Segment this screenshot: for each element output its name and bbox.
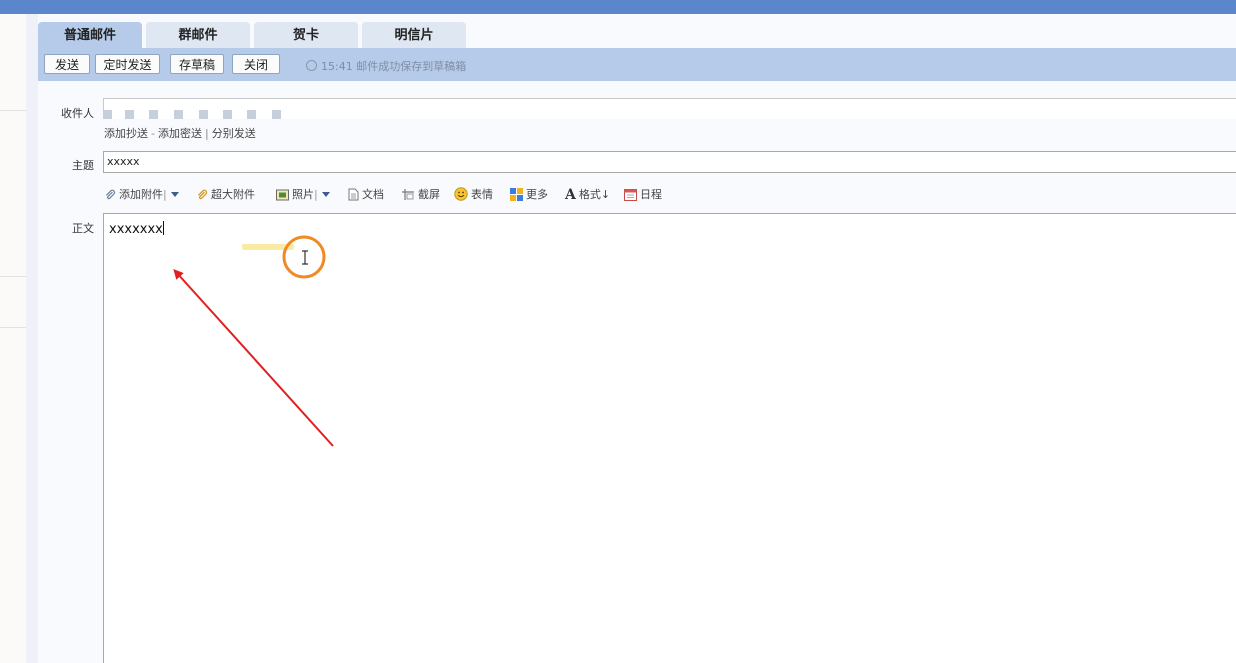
tab-postcard[interactable]: 明信片 — [362, 22, 466, 48]
screenshot-button[interactable]: 截屏 — [401, 186, 440, 204]
body-editor[interactable]: xxxxxxx — [103, 213, 1236, 663]
folder-divider — [0, 327, 26, 328]
schedule-label: 日程 — [640, 188, 662, 201]
pane-gutter — [26, 14, 38, 663]
save-status-text: 15:41 邮件成功保存到草稿箱 — [321, 60, 467, 73]
text-caret — [162, 221, 164, 235]
paperclip-icon — [105, 189, 116, 200]
close-button[interactable]: 关闭 — [232, 54, 280, 74]
recipient-chip[interactable] — [125, 110, 134, 119]
recipient-chip[interactable] — [149, 110, 158, 119]
add-attachment-label: 添加附件 — [119, 188, 163, 201]
recipient-chip[interactable] — [272, 110, 281, 119]
body-text: xxxxxxx — [109, 222, 163, 237]
recipient-chip[interactable] — [247, 110, 256, 119]
emoji-label: 表情 — [471, 188, 493, 201]
tool-divider: | — [314, 188, 318, 201]
send-button[interactable]: 发送 — [44, 54, 90, 74]
large-attachment-label: 超大附件 — [211, 188, 255, 201]
more-label: 更多 — [526, 188, 548, 201]
body-label: 正文 — [72, 222, 94, 235]
document-icon — [348, 188, 359, 201]
folder-divider — [0, 276, 26, 277]
tab-group-mail[interactable]: 群邮件 — [146, 22, 250, 48]
save-draft-button[interactable]: 存草稿 — [170, 54, 224, 74]
photo-icon — [276, 189, 289, 201]
separate-send-link[interactable]: 分别发送 — [212, 127, 256, 140]
scissors-icon — [402, 189, 414, 200]
calendar-icon — [624, 189, 637, 201]
add-cc-link[interactable]: 添加抄送 — [104, 127, 148, 140]
screenshot-label: 截屏 — [418, 188, 440, 201]
add-attachment-button[interactable]: 添加附件| — [104, 186, 179, 204]
schedule-button[interactable]: 日程 — [624, 186, 662, 204]
tab-greeting-card[interactable]: 贺卡 — [254, 22, 358, 48]
more-button[interactable]: 更多 — [510, 186, 548, 204]
arrow-down-icon: ↓ — [600, 188, 611, 201]
subject-label: 主题 — [72, 159, 94, 172]
compose-toolbar: 发送 定时发送 存草稿 关闭 15:41 邮件成功保存到草稿箱 — [38, 48, 1236, 81]
large-attachment-button[interactable]: 超大附件 — [196, 186, 255, 204]
add-bcc-link[interactable]: 添加密送 — [158, 127, 202, 140]
chevron-down-icon[interactable] — [170, 192, 179, 197]
left-folder-pane — [0, 14, 26, 663]
folder-divider — [0, 110, 26, 111]
pipe-separator: | — [204, 127, 209, 140]
recipient-chip[interactable] — [199, 110, 208, 119]
smiley-icon — [454, 187, 468, 201]
save-status: 15:41 邮件成功保存到草稿箱 — [306, 58, 466, 74]
top-header-bar — [0, 0, 1236, 14]
recipient-options: 添加抄送 - 添加密送 | 分别发送 — [104, 125, 256, 141]
subject-input[interactable]: xxxxx — [103, 151, 1236, 173]
tab-normal-mail[interactable]: 普通邮件 — [38, 22, 142, 48]
document-button[interactable]: 文档 — [348, 186, 384, 204]
dash-separator: - — [151, 127, 155, 140]
format-label: 格式 — [578, 188, 601, 201]
document-label: 文档 — [362, 188, 384, 201]
recipient-chip[interactable] — [103, 110, 112, 119]
recipient-chip[interactable] — [174, 110, 183, 119]
tool-divider: | — [163, 188, 167, 201]
paperclip-icon — [197, 189, 208, 200]
photo-label: 照片 — [292, 188, 314, 201]
emoji-button[interactable]: 表情 — [454, 186, 493, 204]
photo-button[interactable]: 照片| — [276, 186, 330, 204]
schedule-send-button[interactable]: 定时发送 — [95, 54, 160, 74]
recipient-label: 收件人 — [61, 107, 94, 120]
chevron-down-icon[interactable] — [321, 192, 330, 197]
recipient-chip[interactable] — [223, 110, 232, 119]
compose-panel: 普通邮件 群邮件 贺卡 明信片 发送 定时发送 存草稿 关闭 15:41 邮件成… — [38, 14, 1236, 663]
check-circle-icon — [306, 60, 317, 71]
grid-icon — [510, 188, 523, 201]
format-button[interactable]: A 格式↓ — [565, 186, 610, 204]
letter-a-icon: A — [565, 187, 576, 203]
